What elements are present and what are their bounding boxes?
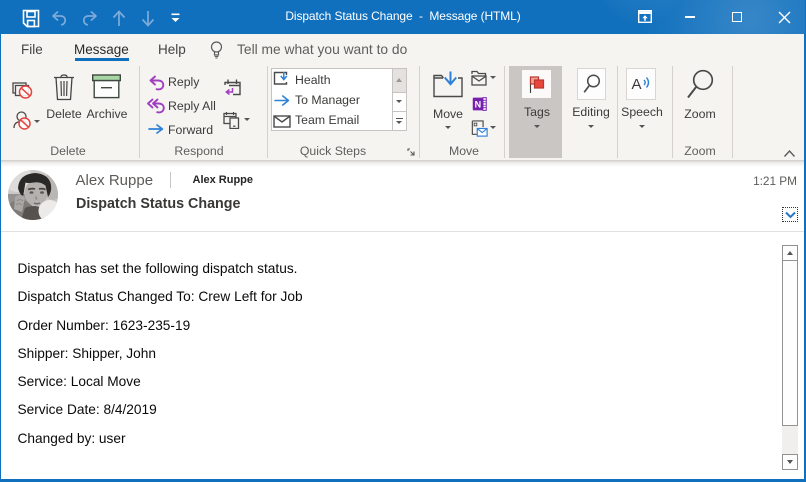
svg-text:A: A [631,76,641,93]
svg-text:N: N [475,99,482,109]
